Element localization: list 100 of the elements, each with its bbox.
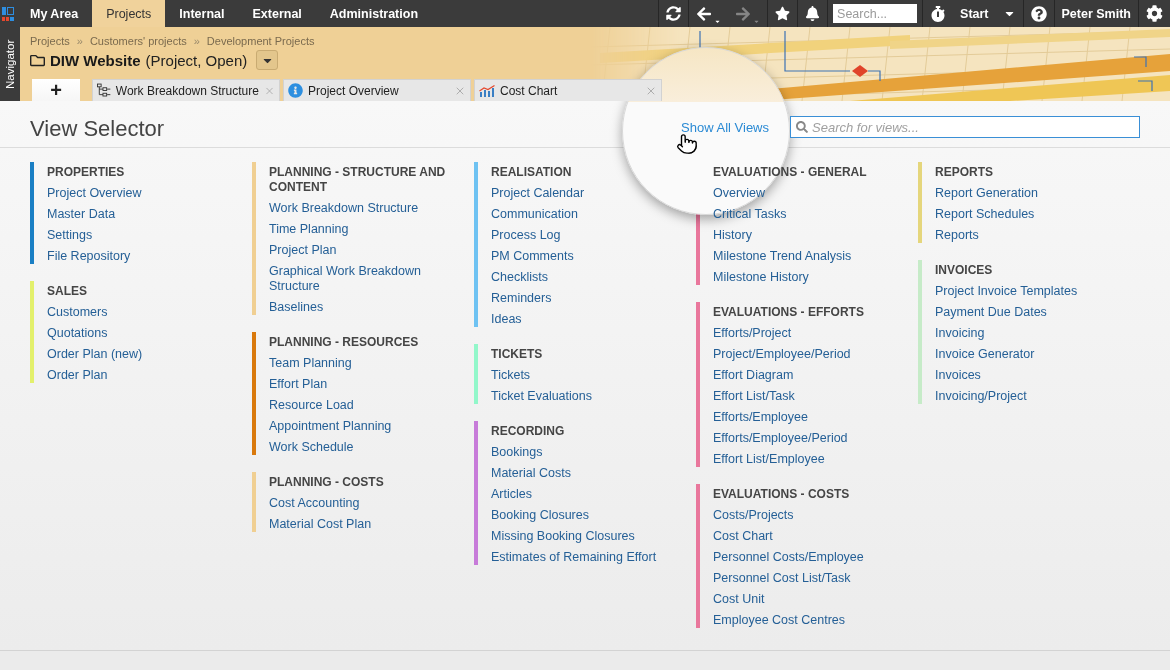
show-all-views-link[interactable]: Show All Views: [681, 119, 769, 135]
view-link[interactable]: Booking Closures: [491, 505, 589, 526]
view-link[interactable]: Material Costs: [491, 463, 571, 484]
view-link[interactable]: Reports: [935, 225, 979, 243]
view-link[interactable]: Effort Diagram: [713, 365, 794, 386]
user-menu-button[interactable]: Peter Smith: [1054, 0, 1138, 27]
view-link[interactable]: Cost Chart: [713, 526, 773, 547]
view-link[interactable]: Work Breakdown Structure: [269, 198, 419, 219]
view-link[interactable]: Project Calendar: [491, 183, 585, 204]
main-nav-tab[interactable]: Projects: [92, 0, 166, 27]
bar-chart-icon: [479, 84, 495, 97]
main-nav-tab[interactable]: External: [238, 0, 316, 27]
view-link[interactable]: Invoicing/Project: [935, 386, 1027, 404]
view-link[interactable]: Project/Employee/Period: [713, 344, 851, 365]
add-tab-button[interactable]: +: [32, 79, 80, 101]
view-link[interactable]: PM Comments: [491, 246, 574, 267]
view-tab[interactable]: Project Overview: [283, 79, 471, 101]
view-link[interactable]: Ticket Evaluations: [491, 386, 592, 404]
global-search-field[interactable]: Search...: [833, 4, 918, 23]
view-link[interactable]: Employee Cost Centres: [713, 610, 845, 628]
view-link[interactable]: Milestone History: [713, 267, 809, 285]
view-link[interactable]: Reminders: [491, 288, 552, 309]
view-link[interactable]: Work Schedule: [269, 437, 354, 455]
category-heading: SALES: [47, 283, 87, 300]
view-link[interactable]: Articles: [491, 484, 532, 505]
view-link[interactable]: Project Invoice Templates: [935, 281, 1078, 302]
project-title: DIW Website: [50, 51, 141, 69]
refresh-icon: [666, 6, 682, 21]
arrow-right-icon: [735, 5, 752, 22]
view-link[interactable]: Quotations: [47, 323, 108, 344]
view-tab[interactable]: Cost Chart: [474, 79, 662, 101]
view-link[interactable]: Project Plan: [269, 240, 337, 261]
view-link[interactable]: Payment Due Dates: [935, 302, 1047, 323]
view-link[interactable]: Effort List/Task: [713, 386, 795, 407]
dependency-line: [1133, 56, 1147, 68]
view-link[interactable]: Settings: [47, 225, 93, 246]
help-icon: [1030, 5, 1047, 22]
view-link[interactable]: History: [713, 225, 752, 246]
view-link[interactable]: Bookings: [491, 442, 543, 463]
main-nav-tab[interactable]: My Area: [16, 0, 93, 27]
view-link[interactable]: Material Cost Plan: [269, 514, 372, 532]
view-link[interactable]: Overview: [713, 183, 766, 204]
view-link[interactable]: Personnel Costs/Employee: [713, 547, 864, 568]
view-link[interactable]: Order Plan: [47, 365, 108, 383]
view-link[interactable]: Order Plan (new): [47, 344, 143, 365]
breadcrumb-link[interactable]: Customers' projects: [89, 35, 187, 47]
view-link[interactable]: Report Generation: [935, 183, 1038, 204]
view-link[interactable]: Invoicing: [935, 323, 985, 344]
view-link[interactable]: Checklists: [491, 267, 548, 288]
view-link[interactable]: Tickets: [491, 365, 531, 386]
view-link[interactable]: Cost Accounting: [269, 493, 360, 514]
view-search-field[interactable]: Search for views...: [790, 116, 1140, 138]
category-heading: EVALUATIONS - COSTS: [713, 486, 850, 503]
project-menu-button[interactable]: [256, 50, 279, 70]
view-link[interactable]: Communication: [491, 204, 578, 225]
main-nav-tab[interactable]: Internal: [165, 0, 239, 27]
view-link[interactable]: Estimates of Remaining Effort: [491, 547, 657, 565]
view-link[interactable]: Resource Load: [269, 395, 354, 416]
view-link[interactable]: Cost Unit: [713, 589, 765, 610]
view-link[interactable]: File Repository: [47, 246, 131, 264]
view-link[interactable]: Team Planning: [269, 353, 352, 374]
view-link[interactable]: Effort List/Employee: [713, 449, 825, 467]
start-button[interactable]: Start: [953, 0, 1023, 27]
category-heading: PLANNING - COSTS: [269, 474, 384, 491]
category-heading: RECORDING: [491, 423, 565, 440]
project-status: (Project, Open): [145, 51, 248, 69]
view-link[interactable]: Milestone Trend Analysis: [713, 246, 852, 267]
breadcrumb-link[interactable]: Development Projects: [206, 35, 315, 47]
folder-icon: [30, 52, 45, 68]
view-link[interactable]: Process Log: [491, 225, 561, 246]
view-link[interactable]: Master Data: [47, 204, 116, 225]
page-title: View Selector: [30, 116, 165, 142]
search-icon: [796, 121, 808, 133]
view-link[interactable]: Time Planning: [269, 219, 349, 240]
category-heading: EVALUATIONS - GENERAL: [713, 164, 867, 181]
view-link[interactable]: Invoice Generator: [935, 344, 1035, 365]
view-link[interactable]: Customers: [47, 302, 108, 323]
view-link[interactable]: Personnel Cost List/Task: [713, 568, 851, 589]
view-link[interactable]: Efforts/Employee: [713, 407, 808, 428]
view-link[interactable]: Baselines: [269, 297, 324, 315]
navigator-toggle[interactable]: Navigator: [0, 27, 20, 101]
view-link[interactable]: Costs/Projects: [713, 505, 794, 526]
view-tab[interactable]: Work Breakdown Structure: [92, 79, 280, 101]
view-link[interactable]: Effort Plan: [269, 374, 328, 395]
view-link[interactable]: Invoices: [935, 365, 981, 386]
view-link[interactable]: Critical Tasks: [713, 204, 787, 225]
dependency-line: [867, 70, 881, 82]
main-nav-tab[interactable]: Administration: [315, 0, 433, 27]
view-link[interactable]: Ideas: [491, 309, 522, 327]
view-link[interactable]: Project Overview: [47, 183, 142, 204]
info-icon: [288, 83, 303, 98]
view-link[interactable]: Missing Booking Closures: [491, 526, 635, 547]
category-heading: PLANNING - RESOURCES: [269, 334, 419, 351]
category-heading: TICKETS: [491, 346, 543, 363]
view-link[interactable]: Report Schedules: [935, 204, 1035, 225]
view-link[interactable]: Efforts/Project: [713, 323, 792, 344]
view-link[interactable]: Graphical Work Breakdown Structure: [269, 261, 464, 297]
view-link[interactable]: Appointment Planning: [269, 416, 392, 437]
breadcrumb-link[interactable]: Projects: [30, 35, 70, 47]
view-link[interactable]: Efforts/Employee/Period: [713, 428, 848, 449]
